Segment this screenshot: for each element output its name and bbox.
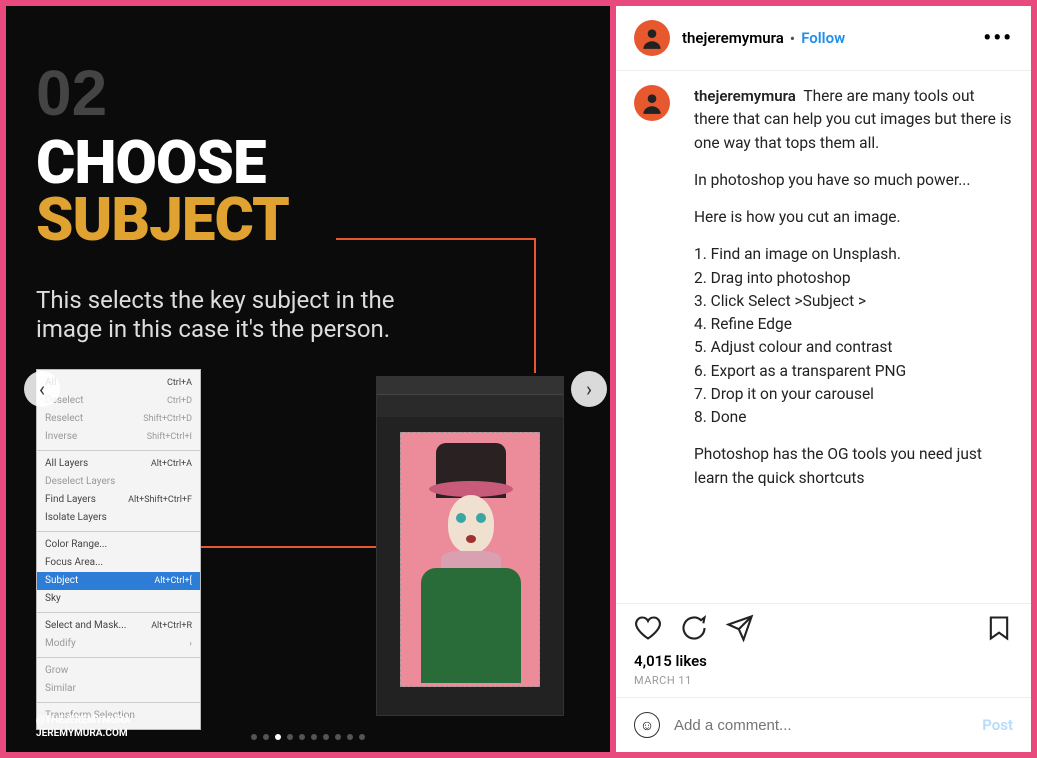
carousel-dot[interactable] bbox=[299, 734, 305, 740]
avatar[interactable] bbox=[634, 85, 670, 121]
carousel-next-button[interactable]: › bbox=[571, 371, 607, 407]
menu-item[interactable]: DeselectCtrl+D bbox=[37, 392, 200, 410]
bookmark-button[interactable] bbox=[985, 614, 1013, 646]
menu-item[interactable]: Select and Mask...Alt+Ctrl+R bbox=[37, 617, 200, 635]
photoshop-select-menu: AllCtrl+ADeselectCtrl+DReselectShift+Ctr… bbox=[36, 369, 201, 730]
photoshop-window bbox=[376, 376, 564, 716]
carousel-dot[interactable] bbox=[287, 734, 293, 740]
action-bar bbox=[616, 603, 1031, 650]
more-options-button[interactable]: ••• bbox=[983, 26, 1013, 51]
post-comment-button[interactable]: Post bbox=[982, 716, 1013, 734]
carousel-dots[interactable] bbox=[251, 734, 365, 740]
slide-number: 02 bbox=[36, 56, 107, 130]
carousel-dot[interactable] bbox=[311, 734, 317, 740]
menu-item[interactable]: Grow bbox=[37, 662, 200, 680]
slide-title: CHOOSE SUBJECT bbox=[36, 134, 289, 248]
menu-item[interactable]: Color Range... bbox=[37, 536, 200, 554]
avatar[interactable] bbox=[634, 20, 670, 56]
menu-item[interactable]: InverseShift+Ctrl+I bbox=[37, 428, 200, 446]
connector-line bbox=[336, 238, 536, 373]
emoji-icon[interactable]: ☺ bbox=[634, 712, 660, 738]
carousel-prev-button[interactable]: ‹ bbox=[24, 371, 60, 407]
caption-steps: 1. Find an image on Unsplash.2. Drag int… bbox=[694, 243, 1013, 429]
comment-box: ☺ Post bbox=[616, 697, 1031, 752]
menu-item[interactable]: Modify› bbox=[37, 635, 200, 653]
carousel-slide: 02 CHOOSE SUBJECT This selects the key s… bbox=[6, 6, 616, 752]
menu-item[interactable]: Focus Area... bbox=[37, 554, 200, 572]
username[interactable]: thejeremymura bbox=[682, 29, 784, 47]
connector-line bbox=[201, 546, 376, 548]
carousel-dot[interactable] bbox=[347, 734, 353, 740]
post-panel: thejeremymura • Follow ••• thejeremymura… bbox=[616, 6, 1031, 752]
menu-item[interactable]: Find LayersAlt+Shift+Ctrl+F bbox=[37, 491, 200, 509]
menu-item[interactable]: SubjectAlt+Ctrl+[ bbox=[37, 572, 200, 590]
carousel-dot[interactable] bbox=[251, 734, 257, 740]
comment-button[interactable] bbox=[680, 614, 708, 646]
carousel-dot[interactable] bbox=[263, 734, 269, 740]
carousel-dot[interactable] bbox=[359, 734, 365, 740]
menu-item[interactable]: ReselectShift+Ctrl+D bbox=[37, 410, 200, 428]
photoshop-canvas bbox=[400, 432, 540, 687]
menu-item[interactable]: Deselect Layers bbox=[37, 473, 200, 491]
carousel-dot[interactable] bbox=[275, 734, 281, 740]
share-button[interactable] bbox=[726, 614, 754, 646]
likes-count[interactable]: 4,015 likes bbox=[616, 650, 1031, 672]
username[interactable]: thejeremymura bbox=[694, 87, 796, 105]
carousel-dot[interactable] bbox=[335, 734, 341, 740]
carousel-dot[interactable] bbox=[323, 734, 329, 740]
comment-input[interactable] bbox=[674, 717, 968, 734]
menu-item[interactable]: Similar bbox=[37, 680, 200, 698]
menu-item[interactable]: Sky bbox=[37, 590, 200, 608]
post-caption: thejeremymura There are many tools out t… bbox=[616, 71, 1031, 603]
menu-item[interactable]: AllCtrl+A bbox=[37, 374, 200, 392]
post-header: thejeremymura • Follow ••• bbox=[616, 6, 1031, 71]
like-button[interactable] bbox=[634, 614, 662, 646]
post-date: MARCH 11 bbox=[616, 672, 1031, 697]
menu-item[interactable]: All LayersAlt+Ctrl+A bbox=[37, 455, 200, 473]
menu-item[interactable]: Isolate Layers bbox=[37, 509, 200, 527]
follow-button[interactable]: Follow bbox=[801, 29, 845, 47]
slide-handle: @THEJEREMYMURAJEREMYMURA.COM bbox=[36, 714, 130, 740]
